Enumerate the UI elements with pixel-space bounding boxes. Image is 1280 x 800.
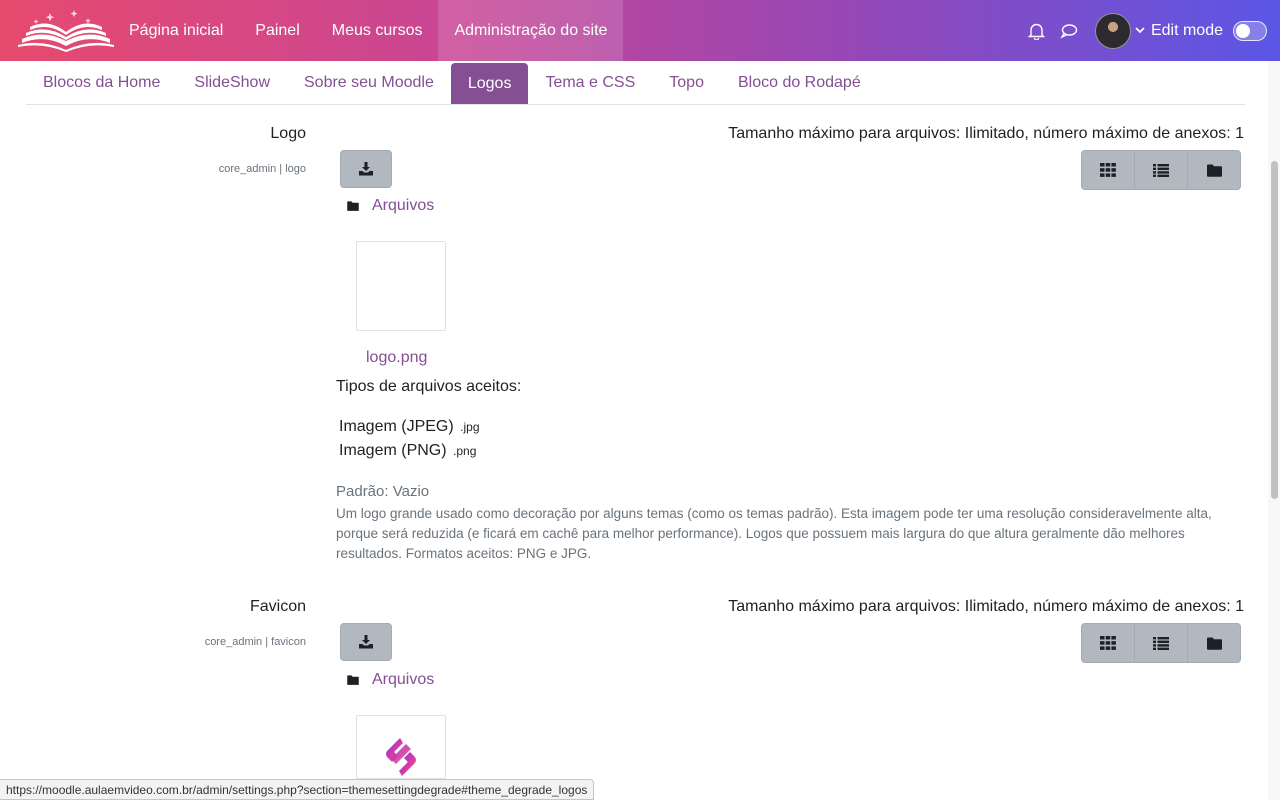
scrollbar-thumb[interactable] — [1271, 161, 1278, 499]
edit-mode-toggle[interactable] — [1233, 20, 1267, 41]
accepted-type-ext: .jpg — [460, 420, 480, 434]
grid-icon — [1100, 636, 1116, 650]
folder-link[interactable]: Arquivos — [372, 671, 434, 689]
nav-site-administration[interactable]: Administração do site — [438, 0, 624, 61]
view-tree-button[interactable] — [1188, 624, 1240, 662]
view-grid-button[interactable] — [1082, 151, 1135, 189]
accepted-type-item: Imagem (JPEG) .jpg — [339, 418, 480, 436]
tab-tema-e-css[interactable]: Tema e CSS — [528, 63, 652, 103]
max-file-info: Tamanho máximo para arquivos: Ilimitado,… — [728, 598, 1244, 615]
tab-blocos-da-home[interactable]: Blocos da Home — [26, 63, 177, 103]
view-list-button[interactable] — [1135, 151, 1188, 189]
chat-bubble-icon[interactable] — [1053, 15, 1085, 47]
accepted-type-name: Imagem (PNG) — [339, 442, 447, 459]
accepted-types-title: Tipos de arquivos aceitos: — [336, 378, 522, 395]
folder-icon — [1206, 164, 1222, 177]
tab-topo[interactable]: Topo — [652, 63, 721, 103]
setting-key: core_admin | favicon — [204, 636, 306, 648]
accepted-type-item: Imagem (PNG) .png — [339, 442, 476, 460]
browser-status-url: https://moodle.aulaemvideo.com.br/admin/… — [0, 779, 595, 800]
file-thumbnail[interactable] — [356, 715, 446, 779]
view-mode-group — [1081, 150, 1241, 190]
avatar[interactable] — [1094, 12, 1131, 49]
tab-slideshow[interactable]: SlideShow — [177, 63, 287, 103]
max-file-info: Tamanho máximo para arquivos: Ilimitado,… — [728, 125, 1244, 142]
settings-tabs: Blocos da Home SlideShow Sobre seu Moodl… — [26, 63, 1245, 105]
file-thumbnail[interactable] — [356, 241, 446, 331]
file-name-link[interactable]: logo.png — [366, 349, 427, 367]
folder-row: Arquivos — [347, 671, 434, 689]
accepted-type-name: Imagem (JPEG) — [339, 418, 454, 435]
edit-mode-label: Edit mode — [1150, 21, 1223, 39]
top-navbar: Página inicial Painel Meus cursos Admini… — [0, 0, 1280, 61]
nav-home[interactable]: Página inicial — [128, 0, 239, 61]
folder-icon — [347, 201, 359, 211]
nav-my-courses[interactable]: Meus cursos — [316, 0, 439, 61]
setting-key: core_admin | logo — [218, 163, 306, 175]
bell-icon[interactable] — [1021, 15, 1053, 47]
favicon-logo-icon — [386, 738, 416, 776]
user-controls: Edit mode — [1021, 0, 1280, 61]
upload-button[interactable] — [340, 150, 392, 188]
grid-icon — [1100, 163, 1116, 177]
view-tree-button[interactable] — [1188, 151, 1240, 189]
folder-link[interactable]: Arquivos — [372, 197, 434, 215]
chevron-down-icon[interactable] — [1135, 27, 1145, 34]
open-book-logo-icon — [18, 9, 114, 52]
upload-icon — [359, 635, 373, 649]
tab-bloco-do-rodape[interactable]: Bloco do Rodapé — [721, 63, 878, 103]
list-icon — [1153, 636, 1169, 650]
folder-icon — [347, 675, 359, 685]
nav-dashboard[interactable]: Painel — [239, 0, 315, 61]
setting-label: Logo — [270, 125, 306, 142]
page-scrollbar[interactable] — [1268, 61, 1280, 800]
upload-button[interactable] — [340, 623, 392, 661]
view-mode-group — [1081, 623, 1241, 663]
setting-description: Um logo grande usado como decoração por … — [336, 506, 1212, 561]
upload-icon — [359, 162, 373, 176]
setting-label: Favicon — [249, 598, 306, 615]
view-grid-button[interactable] — [1082, 624, 1135, 662]
folder-row: Arquivos — [347, 197, 434, 215]
tab-logos[interactable]: Logos — [450, 63, 529, 104]
accepted-type-ext: .png — [453, 444, 477, 458]
site-logo[interactable] — [0, 0, 128, 61]
list-icon — [1153, 163, 1169, 177]
folder-icon — [1206, 637, 1222, 650]
default-value: Padrão: Vazio — [336, 483, 430, 500]
view-list-button[interactable] — [1135, 624, 1188, 662]
tab-sobre-seu-moodle[interactable]: Sobre seu Moodle — [287, 63, 451, 103]
